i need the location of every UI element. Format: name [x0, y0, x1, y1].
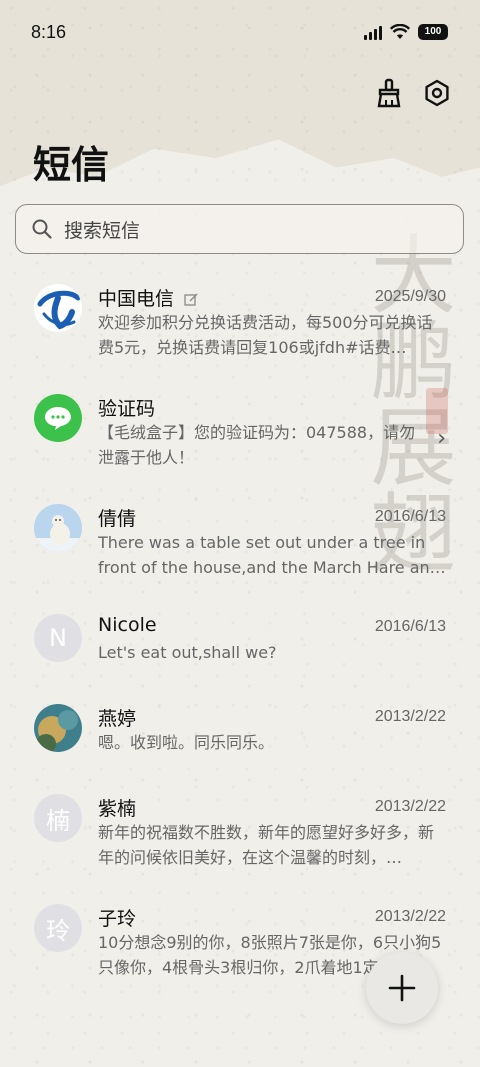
- plus-icon: [388, 974, 416, 1002]
- message-item[interactable]: 中国电信 2025/9/30 欢迎参加积分兑换话费活动，每500分可兑换话费5元…: [0, 270, 480, 380]
- new-message-button[interactable]: [366, 952, 438, 1024]
- polar-bear-photo: [34, 504, 82, 552]
- message-preview: Let's eat out,shall we?: [98, 643, 277, 662]
- status-time: 8:16: [31, 22, 67, 42]
- message-date: 2016/6/13: [374, 618, 446, 635]
- message-preview: 嗯。收到啦。同乐同乐。: [98, 733, 275, 752]
- message-item[interactable]: 楠 紫楠 2013/2/22 新年的祝福数不胜数，新年的愿望好多好多，新年的问候…: [0, 780, 480, 890]
- contact-name: 子玲: [98, 908, 137, 930]
- message-preview: There was a table set out under a tree i…: [98, 533, 446, 577]
- contact-name: 验证码: [98, 398, 156, 420]
- message-item[interactable]: 倩倩 2016/6/13 There was a table set out u…: [0, 490, 480, 600]
- avatar-letter: 楠: [34, 794, 82, 842]
- message-preview: 欢迎参加积分兑换话费活动，每500分可兑换话费5元，兑换话费请回复106或jfd…: [98, 313, 433, 357]
- contact-name: Nicole: [98, 614, 157, 636]
- contact-name: 燕婷: [98, 708, 137, 730]
- message-date: 2013/2/22: [374, 708, 446, 725]
- avatar-letter: 玲: [34, 904, 82, 952]
- message-date: 2025/9/30: [374, 288, 446, 305]
- contact-name: 倩倩: [98, 508, 137, 530]
- avatar-letter: N: [34, 614, 82, 662]
- landscape-photo: [34, 704, 82, 752]
- battery-icon: 100: [418, 24, 448, 40]
- message-date: 2013/2/22: [374, 798, 446, 815]
- chevron-right-icon[interactable]: ›: [437, 426, 446, 451]
- search-input[interactable]: 搜索短信: [15, 204, 464, 254]
- telecom-logo-icon: [34, 284, 82, 332]
- contact-name: 紫楠: [98, 798, 137, 820]
- message-date: 2016/6/13: [374, 508, 446, 525]
- signal-icon: [364, 24, 382, 40]
- contact-name: 中国电信: [98, 284, 198, 311]
- settings-gear-icon[interactable]: [422, 78, 452, 108]
- message-date: 2013/2/22: [374, 908, 446, 925]
- edit-note-icon: [184, 293, 198, 306]
- search-icon: [32, 219, 52, 239]
- clean-brush-icon[interactable]: [374, 78, 404, 108]
- message-bubble-icon: [34, 394, 82, 442]
- message-preview: 新年的祝福数不胜数，新年的愿望好多好多，新年的问候依旧美好，在这个温馨的时刻，…: [98, 823, 435, 867]
- page-title: 短信: [33, 143, 110, 187]
- wifi-icon: [390, 24, 410, 39]
- message-preview: 【毛绒盒子】您的验证码为：047588，请勿泄露于他人！: [98, 423, 416, 467]
- search-placeholder: 搜索短信: [64, 219, 141, 242]
- status-bar: 8:16 100: [0, 0, 480, 66]
- message-item[interactable]: 验证码 【毛绒盒子】您的验证码为：047588，请勿泄露于他人！ ›: [0, 380, 480, 490]
